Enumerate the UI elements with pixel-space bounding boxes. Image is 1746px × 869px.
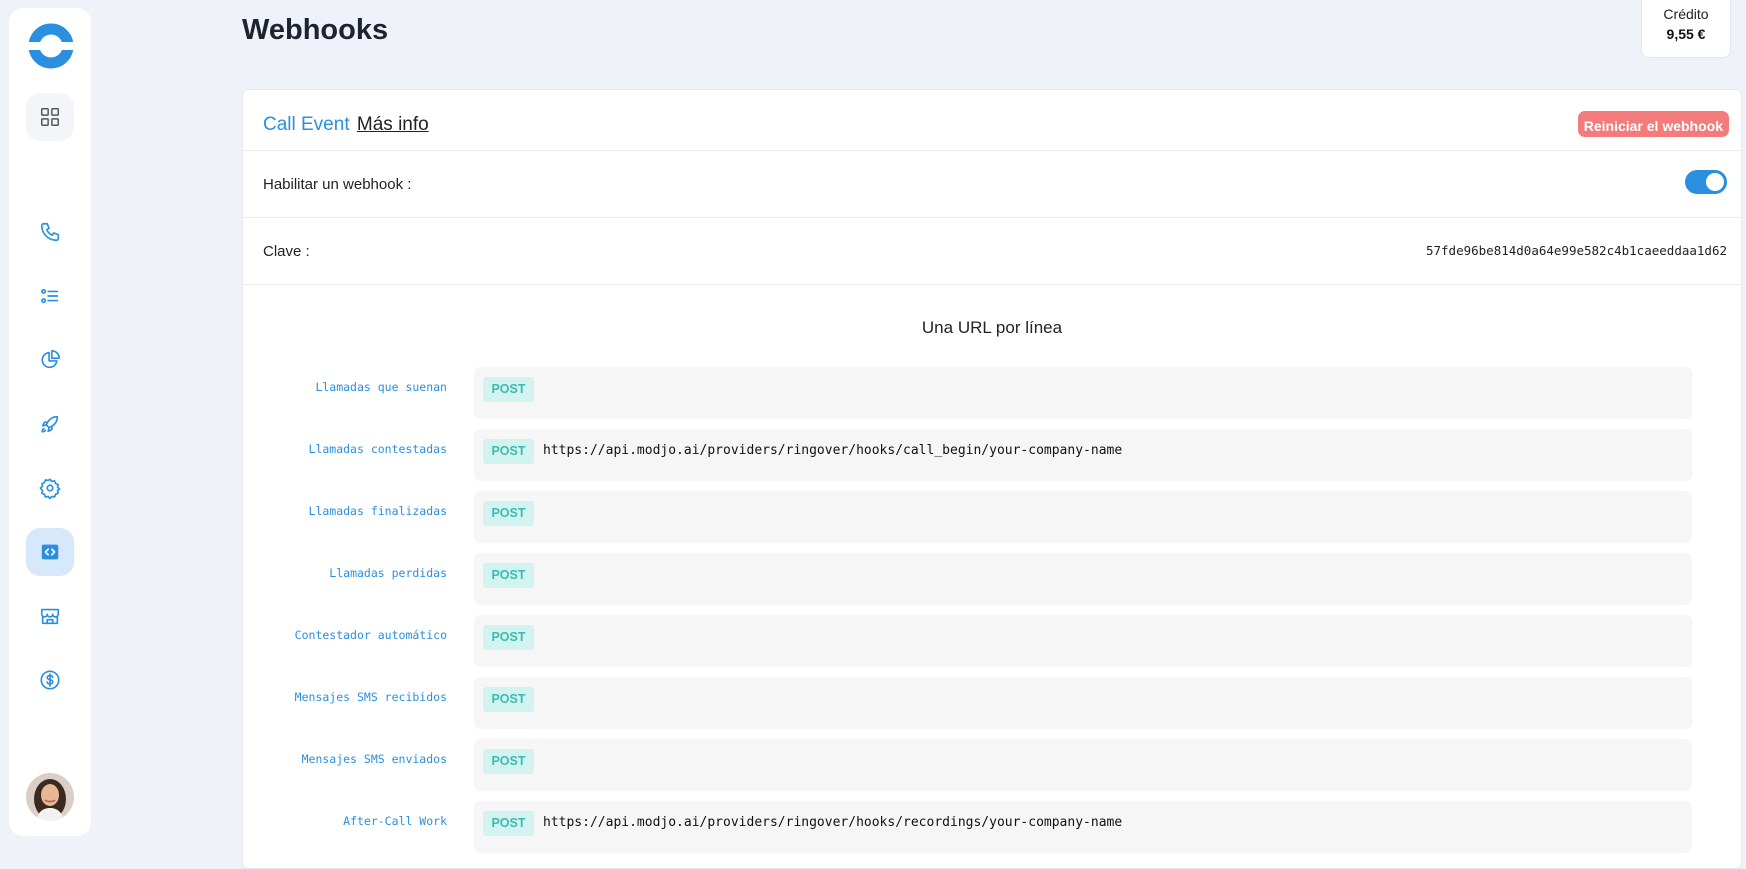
- nav-store[interactable]: [26, 592, 74, 640]
- webhook-row: Llamadas perdidas POST: [243, 553, 1741, 605]
- webhook-label: Llamadas finalizadas: [308, 504, 447, 518]
- sidebar: [9, 8, 91, 836]
- logo-icon[interactable]: [28, 23, 74, 69]
- webhook-row: After-Call Work POST https://api.modjo.ai/…: [243, 801, 1741, 853]
- webhook-row: Mensajes SMS recibidos POST: [243, 677, 1741, 729]
- card-title: Call Event Más info: [263, 114, 429, 136]
- credit-panel[interactable]: Crédito 9,55 €: [1641, 0, 1731, 58]
- key-label: Clave :: [263, 243, 310, 260]
- nav-calls[interactable]: [26, 208, 74, 256]
- page-title: Webhooks: [242, 14, 389, 46]
- url-hint: Una URL por línea: [921, 318, 1063, 337]
- enable-webhook-label: Habilitar un webhook :: [263, 176, 412, 193]
- post-method-badge: POST: [483, 687, 534, 712]
- webhook-url-field[interactable]: POST: [474, 367, 1692, 419]
- webhook-row: Mensajes SMS enviados POST: [243, 739, 1741, 791]
- webhook-label: Llamadas que suenan: [315, 380, 447, 394]
- enable-webhook-toggle[interactable]: [1685, 170, 1727, 194]
- rocket-icon: [41, 415, 59, 433]
- post-method-badge: POST: [483, 625, 534, 650]
- webhook-label: Llamadas contestadas: [308, 442, 447, 456]
- dollar-icon: [40, 670, 60, 690]
- post-method-badge: POST: [483, 749, 534, 774]
- avatar[interactable]: [26, 773, 74, 821]
- credit-value: 9,55 €: [1666, 26, 1706, 42]
- webhook-row: Llamadas que suenan POST: [243, 367, 1741, 419]
- pie-chart-icon: [41, 350, 60, 369]
- webhook-url-field[interactable]: POST: [474, 677, 1692, 729]
- user-avatar-icon: [26, 773, 74, 821]
- nav-launch[interactable]: [26, 400, 74, 448]
- nav-developer[interactable]: [26, 528, 74, 576]
- more-info-link[interactable]: Más info: [357, 114, 429, 135]
- webhook-url-field[interactable]: POST https://api.modjo.ai/providers/ringo…: [474, 801, 1692, 853]
- webhook-label: Contestador automático: [294, 628, 447, 642]
- webhook-url-field[interactable]: POST: [474, 739, 1692, 791]
- store-icon: [40, 608, 60, 625]
- webhook-url-field[interactable]: POST: [474, 615, 1692, 667]
- post-method-badge: POST: [483, 811, 534, 836]
- webhook-url-field[interactable]: POST https://api.modjo.ai/providers/ringo…: [474, 429, 1692, 481]
- webhook-label: Llamadas perdidas: [329, 566, 447, 580]
- post-method-badge: POST: [483, 377, 534, 402]
- post-method-badge: POST: [483, 563, 534, 588]
- webhook-url-field[interactable]: POST: [474, 491, 1692, 543]
- nav-statistics[interactable]: [26, 336, 74, 384]
- key-value: 57fde96be814d0a64e99e582c4b1caeeddaa1d62: [1425, 243, 1727, 258]
- webhook-label: After-Call Work: [343, 814, 447, 828]
- webhook-label: Mensajes SMS recibidos: [294, 690, 447, 704]
- webhook-row: Llamadas finalizadas POST: [243, 491, 1741, 543]
- nav-lists[interactable]: [26, 272, 74, 320]
- nav-dashboard[interactable]: [26, 93, 74, 141]
- post-method-badge: POST: [483, 439, 534, 464]
- card-header: Call Event Más info Reiniciar el webhook: [243, 90, 1741, 151]
- webhook-url-value[interactable]: https://api.modjo.ai/providers/ringover/…: [543, 812, 1122, 834]
- enable-webhook-row: Habilitar un webhook :: [243, 151, 1741, 218]
- nav-billing[interactable]: [26, 656, 74, 704]
- list-icon: [41, 288, 59, 304]
- nav-settings[interactable]: [26, 464, 74, 512]
- webhook-url-field[interactable]: POST: [474, 553, 1692, 605]
- reset-webhook-button[interactable]: Reiniciar el webhook: [1577, 111, 1729, 137]
- event-title: Call Event: [263, 114, 350, 135]
- post-method-badge: POST: [483, 501, 534, 526]
- grid-icon: [41, 108, 59, 126]
- phone-icon: [40, 222, 60, 242]
- gear-icon: [39, 478, 61, 499]
- key-row: Clave : 57fde96be814d0a64e99e582c4b1caee…: [243, 218, 1741, 285]
- webhook-card: Call Event Más info Reiniciar el webhook…: [242, 89, 1742, 869]
- webhook-row: Contestador automático POST: [243, 615, 1741, 667]
- webhook-label: Mensajes SMS enviados: [301, 752, 447, 766]
- code-icon: [41, 544, 59, 560]
- credit-label: Crédito: [1663, 6, 1709, 22]
- webhook-row: Llamadas contestadas POST https://api.modj…: [243, 429, 1741, 481]
- webhook-url-value[interactable]: https://api.modjo.ai/providers/ringover/…: [543, 440, 1122, 462]
